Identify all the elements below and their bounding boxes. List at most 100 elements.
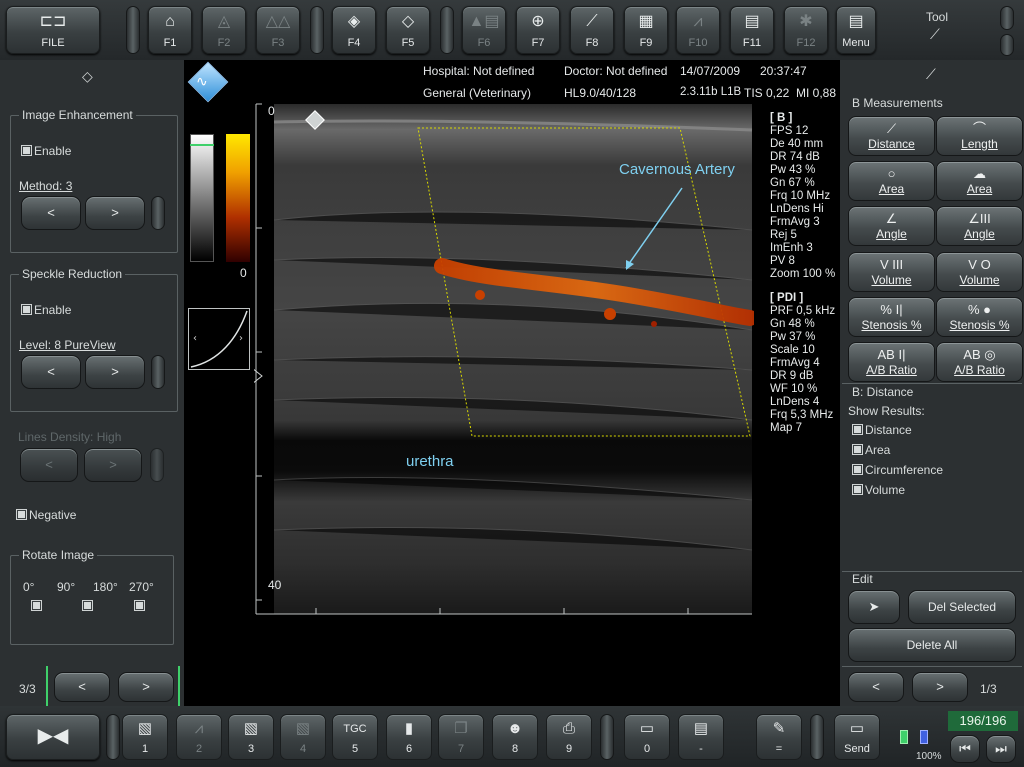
level-next-button[interactable]: >	[85, 355, 145, 389]
key-1-button[interactable]: ▧ 1	[122, 714, 168, 760]
key-2-button[interactable]: ⩘ 2	[176, 714, 222, 760]
key-5-tgc-button[interactable]: TGC 5	[332, 714, 378, 760]
key-0-button[interactable]: ▭ 0	[624, 714, 670, 760]
right-page-indicator: 1/3	[980, 682, 997, 696]
stenosis-diameter-button[interactable]: % I| Stenosis %	[848, 297, 935, 337]
method-prev-button[interactable]: <	[21, 196, 81, 230]
bottom-knob-right[interactable]	[810, 714, 824, 760]
area-ellipse-button[interactable]: ○ Area	[848, 161, 935, 201]
f3-button[interactable]: △△ F3	[256, 6, 300, 54]
menu-button[interactable]: ▤ Menu	[836, 6, 876, 54]
f8-button[interactable]: ⟋ F8	[570, 6, 614, 54]
speckle-reduction-group: Speckle Reduction Enable Level: 8 PureVi…	[10, 267, 178, 412]
right-page-prev-button[interactable]: <	[848, 672, 904, 702]
svg-text:‹: ‹	[193, 333, 197, 344]
knob-top-right[interactable]	[1000, 6, 1014, 30]
folders-icon: ❐	[454, 720, 468, 737]
speckle-enable-checkbox[interactable]: Enable	[21, 303, 71, 317]
send-button[interactable]: ▭ Send	[834, 714, 880, 760]
checkbox-icon	[852, 464, 863, 475]
f4-button[interactable]: ◈ F4	[332, 6, 376, 54]
select-pointer-button[interactable]: ➤	[848, 590, 900, 624]
result-area-checkbox[interactable]: Area	[852, 443, 890, 457]
rotate-180-radio[interactable]	[133, 600, 145, 611]
level-prev-button[interactable]: <	[21, 355, 81, 389]
knob-1[interactable]	[310, 6, 324, 54]
f1-button[interactable]: ⌂ F1	[148, 6, 192, 54]
volume-3d-button[interactable]: V III Volume	[848, 252, 935, 292]
key-minus-button[interactable]: ▤ -	[678, 714, 724, 760]
f5-button[interactable]: ◇ F5	[386, 6, 430, 54]
key-8-button[interactable]: ☻ 8	[492, 714, 538, 760]
f9-button[interactable]: ▦ F9	[624, 6, 668, 54]
angle-button[interactable]: ∠ Angle	[848, 206, 935, 246]
result-distance-checkbox[interactable]: Distance	[852, 423, 912, 437]
negative-checkbox[interactable]: Negative	[16, 508, 76, 522]
key-9-button[interactable]: ⎙ 9	[546, 714, 592, 760]
level-knob[interactable]	[151, 355, 165, 389]
ultrasound-image-area[interactable]: ∿ Hospital: Not defined Doctor: Not defi…	[184, 60, 840, 706]
rotate-90-radio[interactable]	[82, 600, 94, 611]
left-scroll-knob[interactable]	[126, 6, 140, 54]
print-icon: ⎙	[562, 720, 575, 737]
knob-bottom-right[interactable]	[1000, 34, 1014, 56]
angle-multi-button[interactable]: ∠III Angle	[936, 206, 1023, 246]
key-7-button[interactable]: ❐ 7	[438, 714, 484, 760]
right-page-next-button[interactable]: >	[912, 672, 968, 702]
file-button[interactable]: ⊏⊐ FILE	[6, 6, 100, 54]
density-next-button[interactable]: >	[84, 448, 142, 482]
stenosis-area-button[interactable]: % ● Stenosis %	[936, 297, 1023, 337]
left-page-prev-button[interactable]: <	[54, 672, 110, 702]
result-volume-checkbox[interactable]: Volume	[852, 483, 905, 497]
f10-button[interactable]: ⩘ F10	[676, 6, 720, 54]
probe-mode-icon: ◈	[347, 13, 361, 30]
method-next-button[interactable]: >	[85, 196, 145, 230]
enhancement-enable-checkbox[interactable]: Enable	[21, 144, 71, 158]
result-circumference-checkbox[interactable]: Circumference	[852, 463, 943, 477]
key-4-button[interactable]: ▧ 4	[280, 714, 326, 760]
f7-button[interactable]: ⊕ F7	[516, 6, 560, 54]
skip-forward-icon: ⏭	[995, 741, 1007, 756]
right-panel: ⟋ B Measurements ⟋ Distance ⌒ Length ○ Area…	[840, 60, 1024, 706]
ellipse-icon: ○	[887, 166, 896, 181]
f11-button[interactable]: ▤ F11	[730, 6, 774, 54]
delete-all-button[interactable]: Delete All	[848, 628, 1016, 662]
ab-ratio-area-button[interactable]: AB ◎ A/B Ratio	[936, 342, 1023, 382]
key-6-button[interactable]: ▮ 6	[386, 714, 432, 760]
bottom-knob-mid[interactable]	[600, 714, 614, 760]
del-selected-button[interactable]: Del Selected	[908, 590, 1016, 624]
gain-curve-box[interactable]: ‹ ›	[188, 308, 250, 370]
key-3-button[interactable]: ▧ 3	[228, 714, 274, 760]
freeze-button[interactable]: ▶◀	[6, 714, 100, 760]
lines-density-label: Lines Density: High	[18, 430, 122, 444]
angle-multi-icon: ∠III	[968, 211, 991, 226]
length-button[interactable]: ⌒ Length	[936, 116, 1023, 156]
f2-button[interactable]: ◬ F2	[202, 6, 246, 54]
checkbox-icon	[852, 484, 863, 495]
density-knob[interactable]	[150, 448, 164, 482]
knob-2[interactable]	[440, 6, 454, 54]
preset-label: General (Veterinary)	[423, 86, 532, 100]
first-frame-button[interactable]: ⏮	[950, 735, 980, 763]
date-label: 14/07/2009	[680, 64, 741, 78]
key-equals-button[interactable]: ✎ =	[756, 714, 802, 760]
density-prev-button[interactable]: <	[20, 448, 78, 482]
method-knob[interactable]	[151, 196, 165, 230]
report-icon: ▧	[137, 720, 153, 737]
ab-ratio-diameter-button[interactable]: AB I| A/B Ratio	[848, 342, 935, 382]
rotate-0-radio[interactable]	[31, 600, 42, 611]
left-page-next-button[interactable]: >	[118, 672, 174, 702]
f12-button[interactable]: ✱ F12	[784, 6, 828, 54]
f6-button[interactable]: ▲▤ F6	[462, 6, 506, 54]
mi-label: MI 0,88	[796, 86, 837, 100]
gain-curve-icon: ‹ ›	[190, 310, 248, 368]
volume-ellipse-button[interactable]: V O Volume	[936, 252, 1023, 292]
area-trace-button[interactable]: ☁ Area	[936, 161, 1023, 201]
last-frame-button[interactable]: ⏭	[986, 735, 1016, 763]
calculator-icon: ▦	[638, 13, 654, 30]
edit-document-icon: ✎	[772, 720, 786, 737]
bottom-knob-left[interactable]	[106, 714, 120, 760]
frame-counter: 196/196	[948, 711, 1018, 731]
rotate-270-label: 270°	[129, 580, 154, 594]
distance-button[interactable]: ⟋ Distance	[848, 116, 935, 156]
